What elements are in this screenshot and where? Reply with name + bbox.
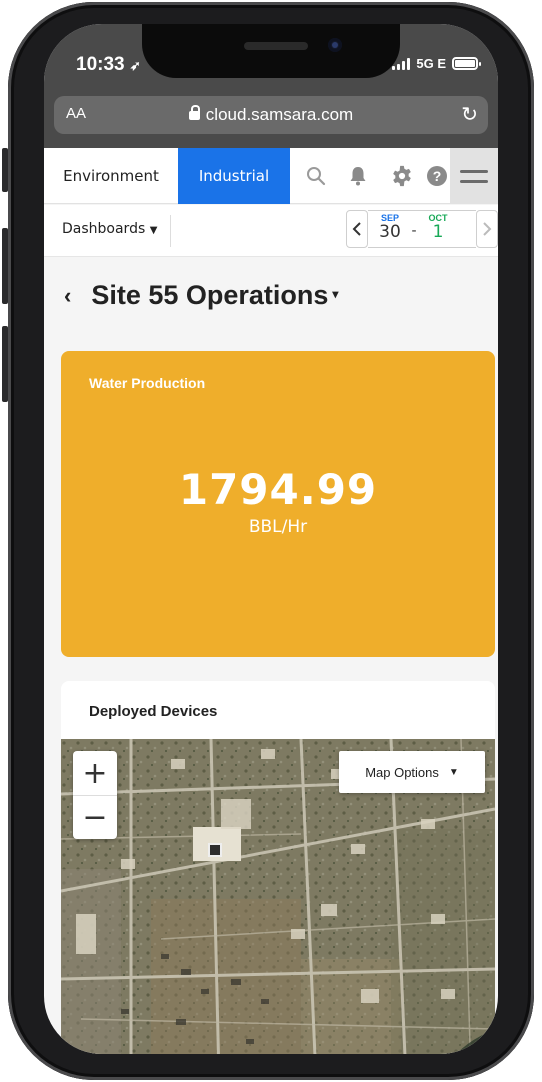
end-date: OCT 1 — [420, 213, 456, 241]
kpi-value: 1794.99 — [178, 465, 378, 514]
divider — [170, 215, 171, 247]
satellite-map[interactable]: + − Map Options ▼ — [61, 739, 495, 1054]
browser-chrome: 10:33 ➶ 5G E AA cloud.samsara.com ↻ — [44, 24, 498, 148]
caret-down-icon: ▼ — [448, 766, 459, 778]
map-options-label: Map Options — [365, 764, 439, 780]
card-title: Deployed Devices — [89, 703, 218, 720]
carrier-label: 5G E — [416, 56, 446, 71]
url-display[interactable]: cloud.samsara.com — [54, 105, 488, 125]
back-chevron-icon[interactable]: ‹ — [64, 283, 71, 309]
volume-down-button — [2, 326, 8, 402]
kpi-label: Water Production — [89, 375, 206, 391]
zoom-in-button[interactable]: + — [73, 751, 117, 795]
menu-icon[interactable] — [450, 148, 498, 204]
location-arrow-icon: ➶ — [129, 58, 141, 73]
search-icon[interactable] — [296, 148, 336, 204]
page-title[interactable]: ‹ Site 55 Operations ▾ — [64, 280, 338, 311]
speaker — [244, 42, 308, 50]
camera — [328, 38, 342, 52]
title-caret-icon[interactable]: ▾ — [332, 287, 338, 301]
next-date-button[interactable] — [476, 210, 498, 248]
mute-switch — [2, 148, 8, 192]
dashboards-dropdown[interactable]: Dashboards ▼ — [62, 221, 157, 237]
app-nav: Environment Industrial ? — [44, 148, 498, 204]
lock-icon — [188, 105, 200, 120]
tab-industrial[interactable]: Industrial — [178, 148, 290, 204]
url-text: cloud.samsara.com — [205, 105, 354, 124]
battery-icon — [452, 57, 481, 70]
map-options-button[interactable]: Map Options ▼ — [339, 751, 485, 793]
status-time: 10:33 ➶ — [76, 54, 141, 76]
time-text: 10:33 — [76, 54, 125, 75]
phone-screen: 10:33 ➶ 5G E AA cloud.samsara.com ↻ Envi… — [44, 24, 498, 1054]
date-range-picker: SEP 30 - OCT 1 — [346, 210, 498, 248]
end-day: 1 — [432, 222, 444, 242]
bell-icon[interactable] — [338, 148, 378, 204]
dashboard-bar: Dashboards ▼ SEP 30 - OCT 1 — [44, 205, 498, 257]
status-icons: 5G E — [392, 56, 481, 71]
notch — [142, 24, 400, 78]
date-range-display[interactable]: SEP 30 - OCT 1 — [368, 210, 476, 248]
dashboards-label: Dashboards — [62, 221, 146, 237]
zoom-out-button[interactable]: − — [73, 795, 117, 839]
date-separator: - — [411, 223, 417, 239]
water-production-tile[interactable]: Water Production 1794.99 BBL/Hr — [61, 351, 495, 657]
volume-up-button — [2, 228, 8, 304]
kpi-unit: BBL/Hr — [248, 517, 308, 537]
svg-text:?: ? — [433, 168, 442, 184]
prev-date-button[interactable] — [346, 210, 368, 248]
zoom-control: + − — [73, 751, 117, 839]
caret-down-icon: ▼ — [149, 225, 158, 236]
gear-icon[interactable] — [380, 148, 424, 204]
url-bar[interactable]: AA cloud.samsara.com ↻ — [54, 96, 488, 134]
start-date: SEP 30 — [372, 213, 408, 241]
page-title-text: Site 55 Operations — [91, 280, 329, 310]
deployed-devices-card: Deployed Devices + − Map Options ▼ — [61, 681, 495, 1054]
tab-environment[interactable]: Environment — [44, 148, 178, 204]
reload-icon[interactable]: ↻ — [461, 102, 478, 126]
device-marker[interactable] — [208, 843, 222, 857]
signal-icon — [392, 57, 411, 70]
start-day: 30 — [379, 222, 401, 242]
help-icon[interactable]: ? — [426, 148, 452, 204]
